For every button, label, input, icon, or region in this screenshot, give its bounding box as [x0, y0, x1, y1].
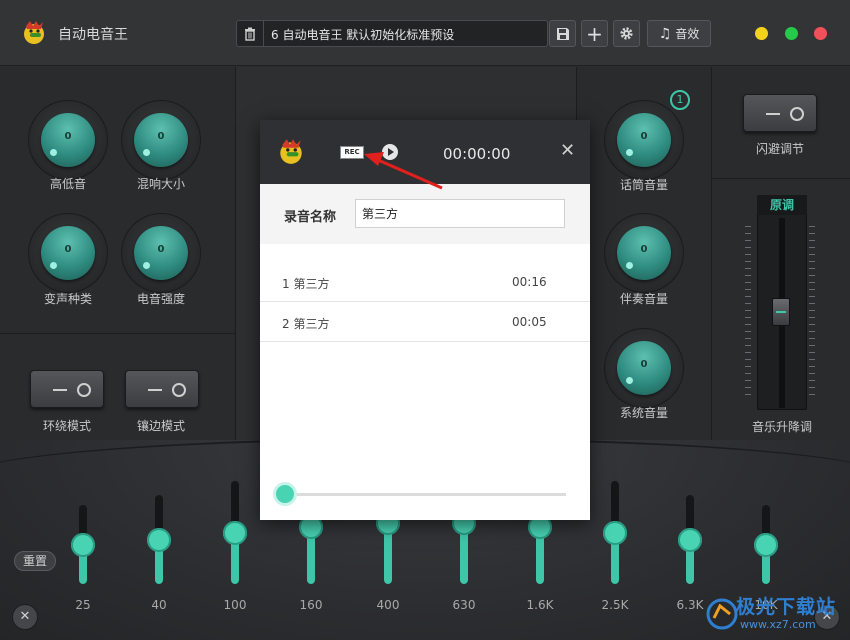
- eq-band-label: 25: [75, 598, 91, 612]
- app-logo-icon: [280, 139, 302, 164]
- playback-progress-track[interactable]: [282, 493, 566, 496]
- music-note-icon: ♫: [658, 25, 672, 42]
- maximize-button[interactable]: [785, 27, 798, 40]
- recording-name-label: 录音名称: [284, 210, 337, 225]
- eq-band-label: 630: [452, 598, 476, 612]
- eq-band-label: 160: [299, 598, 323, 612]
- recording-duration: 00:05: [512, 315, 547, 329]
- eq-slider-thumb[interactable]: [754, 532, 778, 557]
- play-icon: [388, 148, 394, 156]
- eq-band-label: 400: [376, 598, 400, 612]
- watermark-text: 极光下载站: [736, 596, 837, 618]
- recording-name-input[interactable]: [355, 199, 565, 228]
- recording-timer: 00:00:00: [443, 145, 511, 163]
- pitch-label: 音乐升降调: [751, 420, 812, 434]
- eq-slider-thumb[interactable]: [71, 532, 95, 557]
- close-x-icon[interactable]: ✕: [12, 604, 38, 630]
- play-button[interactable]: [382, 144, 398, 160]
- divider: [0, 333, 236, 334]
- recorder-close-button[interactable]: ✕: [560, 142, 575, 160]
- recording-list-item[interactable]: 1 第三方 00:16: [260, 262, 590, 302]
- eq-slider-40[interactable]: [144, 0, 174, 640]
- pitch-ticks: [809, 226, 815, 401]
- toggle-label: 环绕模式: [42, 419, 91, 433]
- close-button[interactable]: [814, 27, 827, 40]
- eq-slider-thumb[interactable]: [223, 520, 247, 545]
- watermark-url: www.xz7.com: [740, 618, 816, 631]
- recording-name: 2 第三方: [282, 317, 330, 331]
- playback-progress-thumb[interactable]: [276, 485, 294, 503]
- recording-name-row: 录音名称: [260, 184, 590, 244]
- eq-band-label: 100: [223, 598, 247, 612]
- save-icon: [556, 27, 569, 40]
- record-button[interactable]: REC: [340, 146, 364, 159]
- eq-band-label: 1.6K: [526, 598, 554, 612]
- recorder-header: REC 00:00:00 ✕: [260, 120, 590, 184]
- eq-band-label: 40: [151, 598, 167, 612]
- eq-slider-thumb[interactable]: [678, 527, 702, 552]
- app-logo-icon: [24, 21, 44, 44]
- eq-band-label: 2.5K: [601, 598, 629, 612]
- eq-slider-10K[interactable]: [751, 0, 781, 640]
- recorder-dialog: REC 00:00:00 ✕ 录音名称 1 第三方 00:16 2 第三方 00…: [260, 120, 590, 520]
- eq-slider-25[interactable]: [68, 0, 98, 640]
- eq-slider-6.3K[interactable]: [675, 0, 705, 640]
- eq-slider-thumb[interactable]: [603, 520, 627, 545]
- eq-slider-2.5K[interactable]: [600, 0, 630, 640]
- title-bar: 自动电音王 6 自动电音王 默认初始化标准预设 + ♫ 音效: [0, 0, 850, 66]
- recording-list-item[interactable]: 2 第三方 00:05: [260, 302, 590, 342]
- eq-slider-100[interactable]: [220, 0, 250, 640]
- recording-name: 1 第三方: [282, 277, 330, 291]
- eq-slider-thumb[interactable]: [147, 527, 171, 552]
- eq-reset-button[interactable]: 重置: [14, 551, 56, 571]
- recording-duration: 00:16: [512, 275, 547, 289]
